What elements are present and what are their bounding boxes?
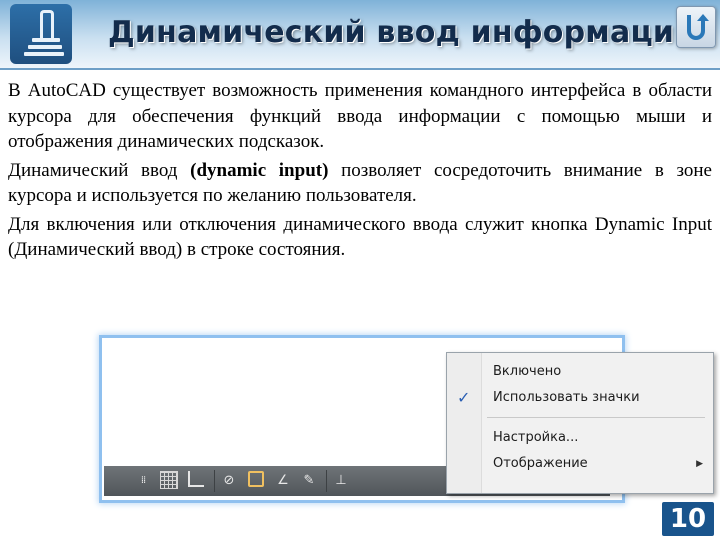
- otrack-icon[interactable]: ✎: [300, 471, 318, 489]
- polar-icon[interactable]: ⊘: [220, 471, 238, 489]
- paragraph: Динамический ввод (dynamic input) позвол…: [8, 159, 712, 207]
- back-button[interactable]: [676, 6, 716, 48]
- menu-item-settings[interactable]: Настройка...: [447, 425, 713, 451]
- menu-divider: [487, 417, 705, 418]
- bold-term: (dynamic input): [190, 159, 329, 181]
- autocad-screenshot: ⁞⁞ ⊘ ∠ ✎ ⊥ + ▪ Включено ✓ Использовать з…: [102, 338, 714, 500]
- menu-item-enabled[interactable]: Включено: [447, 359, 713, 385]
- paragraph: В AutoCAD существует возможность примене…: [8, 80, 712, 152]
- page-number: 10: [662, 502, 714, 536]
- angle-icon[interactable]: ∠: [274, 471, 292, 489]
- document-stack-logo: [10, 4, 72, 64]
- snap-dots-icon[interactable]: ⁞⁞: [134, 471, 152, 489]
- context-menu: Включено ✓ Использовать значки Настройка…: [446, 352, 714, 494]
- ortho-icon[interactable]: [188, 471, 204, 487]
- u-turn-back-icon: [687, 14, 709, 40]
- body-text: В AutoCAD существует возможность примене…: [8, 78, 712, 266]
- submenu-arrow-icon: ▶: [696, 459, 703, 469]
- paragraph: Для включения или отключения динамическо…: [8, 213, 712, 261]
- menu-item-use-icons[interactable]: ✓ Использовать значки: [447, 385, 713, 411]
- grid-icon[interactable]: [160, 471, 178, 489]
- osnap-box-icon[interactable]: [248, 471, 264, 487]
- ucs-icon[interactable]: ⊥: [332, 471, 350, 489]
- slide-title: Динамический ввод информации: [108, 15, 696, 50]
- checkmark-icon: ✓: [457, 388, 471, 407]
- slide-header: Динамический ввод информации: [0, 0, 720, 70]
- menu-item-display[interactable]: Отображение ▶: [447, 451, 713, 477]
